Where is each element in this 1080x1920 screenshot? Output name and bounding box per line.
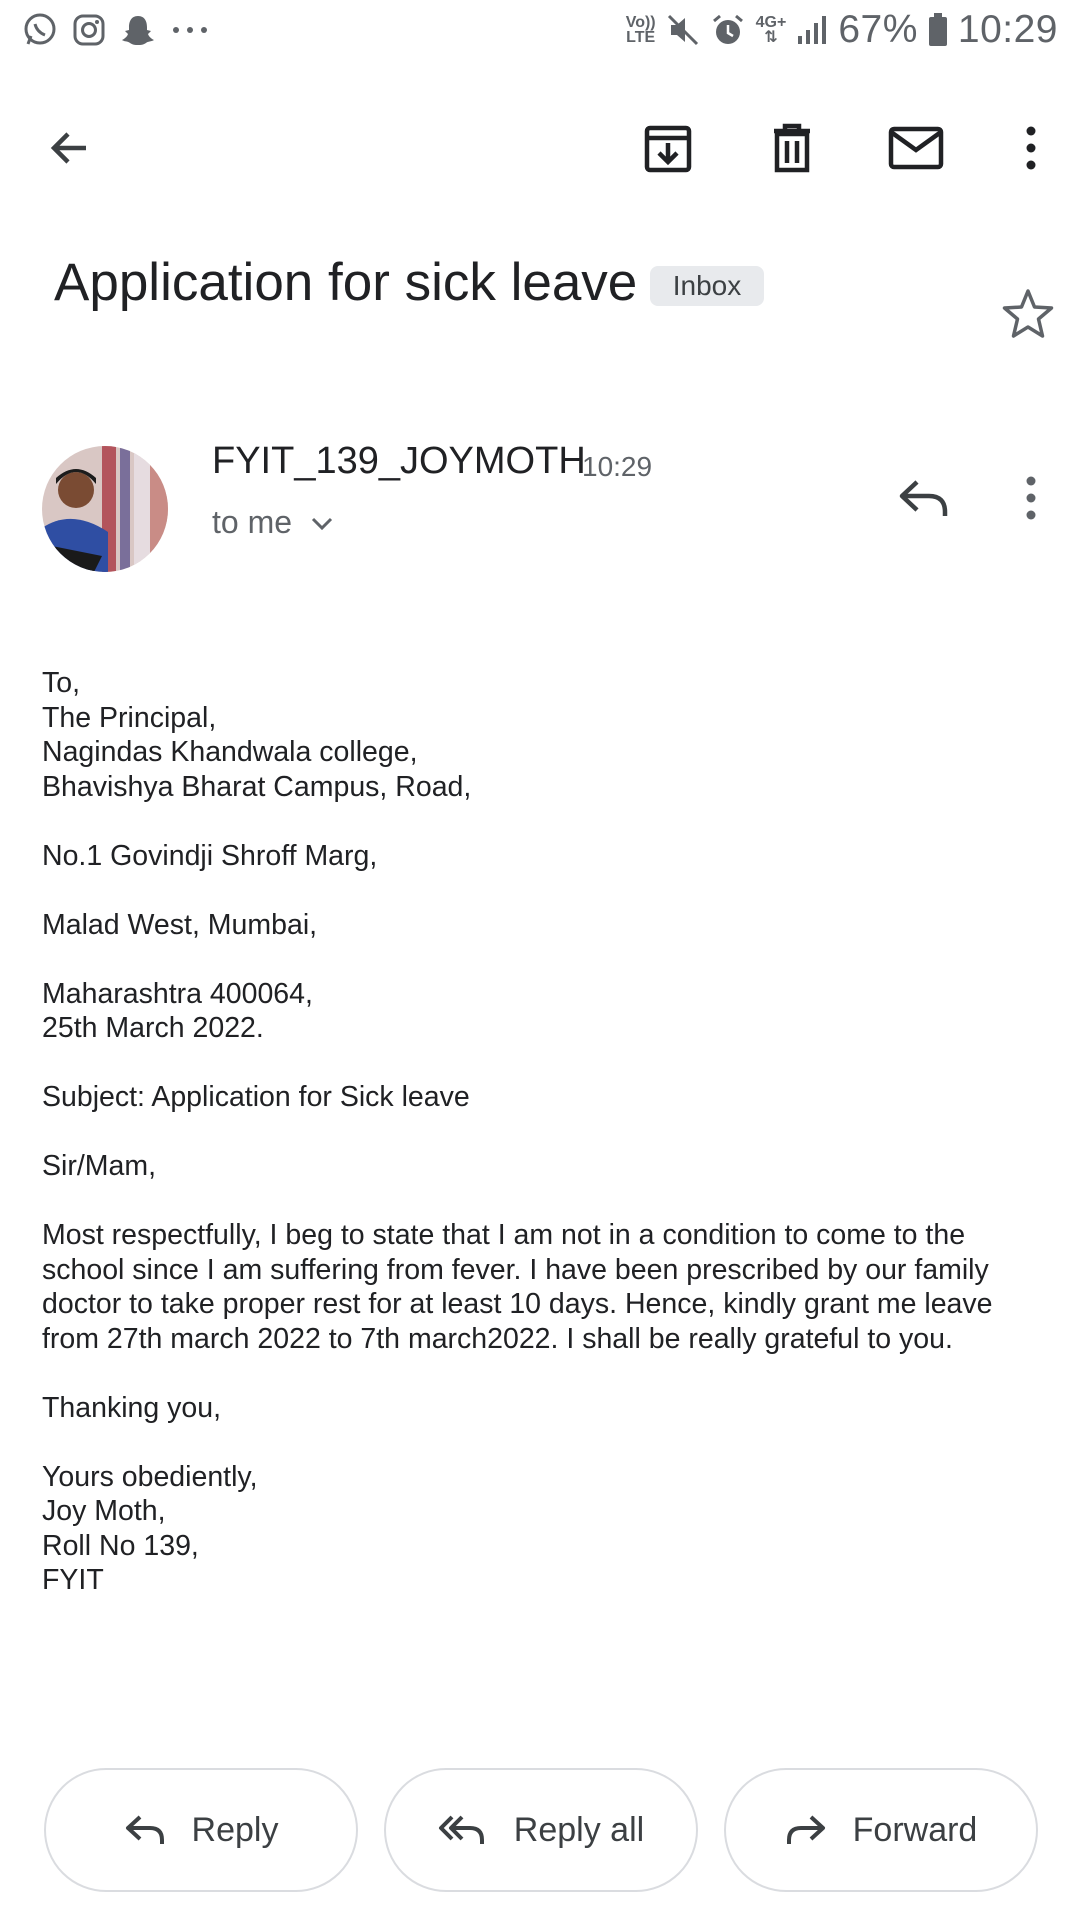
chevron-down-icon <box>310 515 334 531</box>
reply-all-label: Reply all <box>513 1810 645 1849</box>
area-line: Malad West, Mumbai, <box>42 908 318 941</box>
state-date-block: Maharashtra 400064, 25th March 2022. <box>42 977 313 1045</box>
mute-icon <box>666 13 700 47</box>
message-more-icon[interactable] <box>995 462 1067 534</box>
avatar[interactable] <box>42 446 168 572</box>
reply-icon-button[interactable] <box>888 462 960 534</box>
salutation: Sir/Mam, <box>42 1150 156 1182</box>
reply-icon <box>124 1813 166 1847</box>
battery-percent: 67% <box>838 8 918 51</box>
subject-line: Subject: Application for Sick leave <box>42 1081 470 1113</box>
address-block: To, The Principal, Nagindas Khandwala co… <box>42 667 472 803</box>
more-vert-icon[interactable] <box>995 112 1067 184</box>
forward-label: Forward <box>852 1810 978 1849</box>
instagram-icon <box>72 13 106 47</box>
thanks-line: Thanking you, <box>42 1391 222 1424</box>
network-indicator: 4G+ ⇅ <box>755 14 787 46</box>
signal-icon <box>796 14 828 46</box>
inbox-label-chip[interactable]: Inbox <box>650 266 764 306</box>
sender-name[interactable]: FYIT_139_JOYMOTH <box>212 440 586 483</box>
reply-label: Reply <box>191 1810 279 1849</box>
email-time: 10:29 <box>582 451 653 482</box>
delete-icon[interactable] <box>756 112 828 184</box>
star-icon[interactable] <box>992 278 1064 350</box>
snapchat-icon <box>120 13 156 47</box>
volte-indicator: Vo)) LTE <box>625 14 656 46</box>
system-status: Vo)) LTE 4G+ ⇅ 67% 10:29 <box>626 8 1058 52</box>
recipient-label: to me <box>212 504 293 540</box>
email-body: To, The Principal, Nagindas Khandwala co… <box>42 666 1042 1632</box>
forward-button[interactable]: Forward <box>724 1768 1038 1892</box>
recipient-details-toggle[interactable]: to me <box>212 504 334 541</box>
mark-unread-icon[interactable] <box>880 112 952 184</box>
more-notifications-icon <box>170 24 210 36</box>
street-line: No.1 Govindji Shroff Marg, <box>42 839 378 872</box>
archive-icon[interactable] <box>632 112 704 184</box>
notification-icons <box>22 12 210 48</box>
battery-icon <box>928 13 948 47</box>
reply-all-button[interactable]: Reply all <box>384 1768 698 1892</box>
signature-block: Yours obediently, Joy Moth, Roll No 139,… <box>42 1460 258 1597</box>
status-time: 10:29 <box>957 8 1058 51</box>
status-bar: Vo)) LTE 4G+ ⇅ 67% 10:29 <box>0 0 1080 64</box>
main-paragraph: Most respectfully, I beg to state that I… <box>42 1219 993 1355</box>
email-subject: Application for sick leave <box>54 253 638 312</box>
alarm-icon <box>710 12 746 48</box>
reply-all-icon <box>438 1813 488 1847</box>
whatsapp-icon <box>22 12 58 48</box>
back-arrow-icon[interactable] <box>34 112 106 184</box>
reply-button[interactable]: Reply <box>44 1768 358 1892</box>
forward-icon <box>785 1813 827 1847</box>
